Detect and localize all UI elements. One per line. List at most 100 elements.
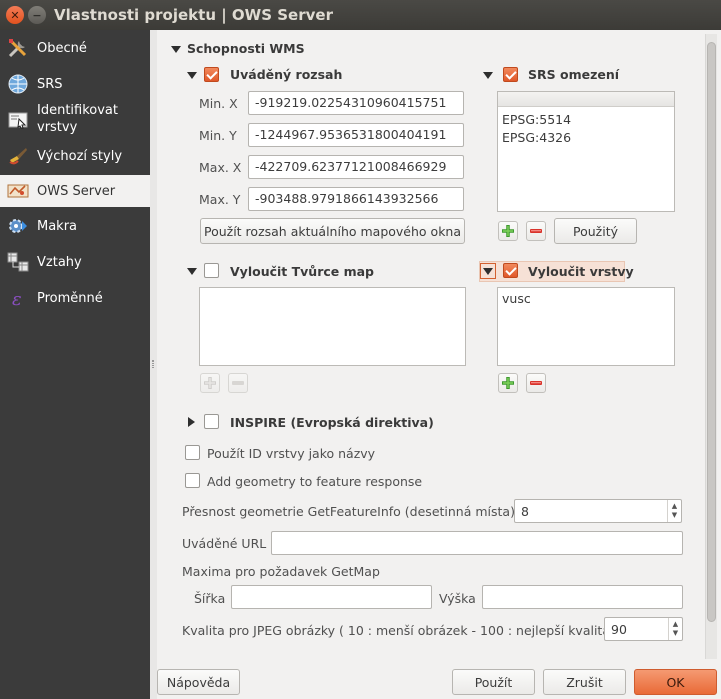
getmap-max-label: Maxima pro požadavek GetMap: [182, 564, 380, 579]
ok-button[interactable]: OK: [634, 669, 717, 695]
sidebar-item-relations[interactable]: Vztahy: [0, 246, 150, 278]
minus-icon: [232, 381, 244, 385]
max-width-label: Šířka: [194, 591, 226, 606]
jpeg-quality-spinbox[interactable]: 90 ▲ ▼: [604, 617, 683, 641]
sidebar-item-default-styles[interactable]: Výchozí styly: [0, 140, 150, 172]
sidebar-item-label: Identifikovat vrstvy: [37, 103, 118, 135]
remove-srs-button[interactable]: [526, 221, 546, 241]
jpeg-quality-value: 90: [611, 622, 627, 637]
max-height-field[interactable]: [482, 585, 683, 609]
cancel-button-label: Zrušit: [566, 674, 603, 690]
use-layer-ids-label: Použít ID vrstvy jako názvy: [207, 446, 376, 461]
sidebar: Obecné SRS Identifikovat vrstvy Výchozí …: [0, 30, 150, 699]
sidebar-item-label: Vztahy: [37, 254, 82, 270]
excluded-layers-list[interactable]: vusc: [497, 287, 675, 366]
use-canvas-extent-button[interactable]: Použít rozsah aktuálního mapového okna: [200, 218, 465, 244]
maxx-label: Max. X: [199, 160, 242, 175]
exclude-composers-title: Vyloučit Tvůrce map: [230, 264, 375, 279]
plus-icon: [502, 377, 514, 389]
apply-button[interactable]: Použít: [452, 669, 535, 695]
window-title: Vlastnosti projektu | OWS Server: [54, 6, 333, 24]
sidebar-item-label: Obecné: [37, 40, 87, 56]
list-item[interactable]: EPSG:4326: [502, 130, 571, 145]
srs-title: SRS omezení: [528, 67, 620, 82]
extent-checkbox[interactable]: [204, 67, 219, 82]
advertised-url-label: Uváděné URL: [182, 536, 267, 551]
ows-server-panel: Schopnosti WMS Uváděný rozsah Min. X -91…: [157, 30, 707, 660]
precision-spinbox[interactable]: 8 ▲ ▼: [514, 499, 682, 523]
list-item[interactable]: EPSG:5514: [502, 112, 571, 127]
scrollbar-thumb[interactable]: [707, 42, 716, 622]
maxy-label: Max. Y: [199, 192, 241, 207]
add-composer-button[interactable]: [200, 373, 220, 393]
window-close-icon[interactable]: ✕: [6, 6, 24, 24]
add-geometry-label: Add geometry to feature response: [207, 474, 423, 489]
sidebar-splitter[interactable]: [150, 30, 157, 699]
sidebar-item-general[interactable]: Obecné: [0, 32, 150, 64]
paintbrush-icon: [6, 144, 30, 168]
macro-gear-icon: [6, 214, 30, 238]
exclude-layers-toggle[interactable]: [480, 263, 496, 279]
max-height-label: Výška: [439, 591, 476, 606]
miny-field[interactable]: -1244967.9536531800404191: [248, 123, 464, 147]
cancel-button[interactable]: Zrušit: [543, 669, 626, 695]
inspire-title: INSPIRE (Evropská direktiva): [230, 415, 434, 430]
sidebar-item-variables[interactable]: ε Proměnné: [0, 282, 150, 314]
spin-arrows-icon[interactable]: ▲ ▼: [667, 500, 681, 522]
apply-button-label: Použít: [474, 674, 513, 690]
help-button-label: Nápověda: [166, 674, 231, 690]
maxy-field[interactable]: -903488.9791866143932566: [248, 187, 464, 211]
sidebar-item-identify-layers[interactable]: Identifikovat vrstvy: [0, 102, 150, 138]
exclude-layers-checkbox[interactable]: [503, 263, 518, 278]
sidebar-item-label: Proměnné: [37, 290, 103, 306]
plus-icon: [204, 377, 216, 389]
jpeg-quality-label: Kvalita pro JPEG obrázky ( 10 : menší ob…: [182, 623, 619, 638]
minus-icon: [530, 381, 542, 385]
exclude-layers-title: Vyloučit vrstvy: [528, 264, 634, 279]
inspire-checkbox[interactable]: [204, 414, 219, 429]
advertised-url-field[interactable]: [271, 531, 683, 555]
exclude-composers-checkbox[interactable]: [204, 263, 219, 278]
composers-collapse-arrow-icon[interactable]: [187, 268, 197, 275]
sidebar-item-label: Makra: [37, 218, 78, 234]
inspire-expand-arrow-icon[interactable]: [188, 417, 195, 427]
used-srs-button[interactable]: Použitý: [554, 218, 637, 244]
globe-icon: [6, 72, 30, 96]
spin-arrows-icon[interactable]: ▲ ▼: [668, 618, 682, 640]
project-properties-window: ✕ − Vlastnosti projektu | OWS Server Obe…: [0, 0, 721, 699]
expression-icon: ε: [6, 286, 30, 310]
add-geometry-checkbox[interactable]: [185, 473, 200, 488]
svg-text:ε: ε: [12, 289, 22, 309]
add-srs-button[interactable]: [498, 221, 518, 241]
extent-collapse-arrow-icon[interactable]: [187, 72, 197, 79]
sidebar-item-label: OWS Server: [37, 183, 116, 199]
srs-list-header: [498, 92, 674, 107]
add-excluded-layer-button[interactable]: [498, 373, 518, 393]
vertical-scrollbar[interactable]: [705, 34, 717, 659]
maxx-field[interactable]: -422709.62377121008466929: [248, 155, 464, 179]
precision-value: 8: [521, 504, 529, 519]
title-bar: ✕ − Vlastnosti projektu | OWS Server: [0, 0, 721, 30]
list-item[interactable]: vusc: [502, 291, 531, 306]
srs-list[interactable]: EPSG:5514 EPSG:4326: [497, 91, 675, 212]
map-server-icon: [6, 179, 30, 203]
max-width-field[interactable]: [231, 585, 432, 609]
remove-composer-button[interactable]: [228, 373, 248, 393]
use-layer-ids-checkbox[interactable]: [185, 445, 200, 460]
collapse-arrow-icon[interactable]: [171, 46, 181, 53]
help-button[interactable]: Nápověda: [157, 669, 240, 695]
minx-field[interactable]: -919219.02254310960415751: [248, 91, 464, 115]
window-minimize-icon[interactable]: −: [28, 6, 46, 24]
excluded-composers-list[interactable]: [199, 287, 466, 366]
sidebar-item-macros[interactable]: Makra: [0, 210, 150, 242]
srs-collapse-arrow-icon[interactable]: [483, 72, 493, 79]
minus-icon: [530, 229, 542, 233]
identify-icon: [6, 108, 30, 132]
precision-label: Přesnost geometrie GetFeatureInfo (deset…: [182, 504, 515, 519]
srs-checkbox[interactable]: [503, 67, 518, 82]
remove-excluded-layer-button[interactable]: [526, 373, 546, 393]
sidebar-item-srs[interactable]: SRS: [0, 68, 150, 100]
sidebar-item-label: SRS: [37, 76, 63, 92]
sidebar-item-ows-server[interactable]: OWS Server: [0, 175, 150, 207]
extent-title: Uváděný rozsah: [230, 67, 343, 82]
